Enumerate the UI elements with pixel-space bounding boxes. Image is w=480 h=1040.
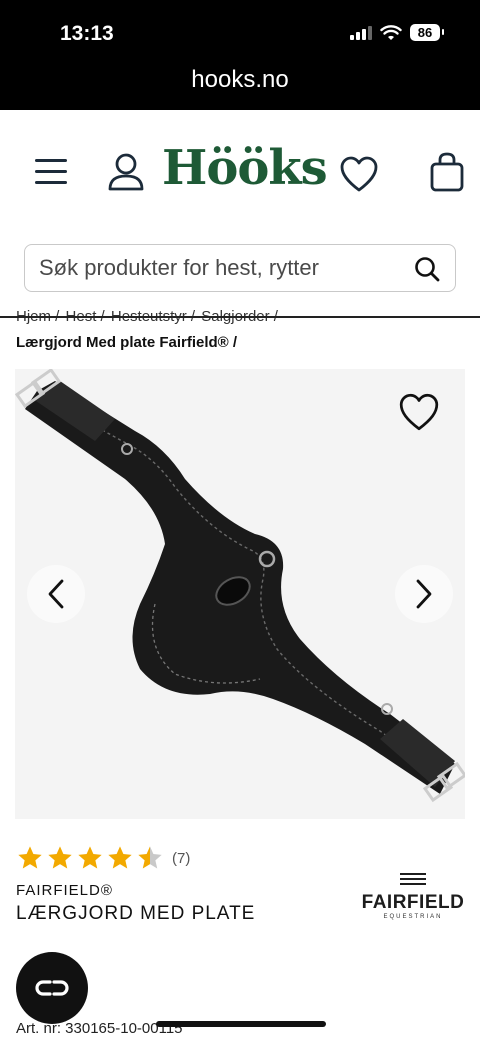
rating-count: (7) xyxy=(172,849,191,867)
brand-logo[interactable]: FAIRFIELD EQUESTRIAN xyxy=(358,872,468,920)
product-gallery[interactable] xyxy=(15,369,465,819)
favorite-icon[interactable] xyxy=(397,391,441,433)
battery-indicator: 86 xyxy=(410,24,444,41)
star-half-icon xyxy=(138,846,162,869)
browser-url[interactable]: hooks.no xyxy=(0,58,480,110)
search-bar[interactable] xyxy=(24,244,456,292)
menu-icon[interactable] xyxy=(32,154,72,188)
star-icon xyxy=(18,846,42,869)
brand-logo-mark-icon xyxy=(400,873,426,885)
product-rating[interactable]: (7) xyxy=(16,844,190,872)
star-icon xyxy=(48,846,72,869)
user-icon[interactable] xyxy=(104,150,148,194)
product-brand: FAIRFIELD® xyxy=(16,882,113,899)
home-indicator xyxy=(156,1021,326,1027)
header-divider xyxy=(0,316,480,318)
cart-icon[interactable] xyxy=(426,150,468,194)
chevron-left-icon xyxy=(48,579,64,609)
search-input[interactable] xyxy=(39,251,389,285)
status-icons: 86 xyxy=(350,24,444,41)
gallery-next-button[interactable] xyxy=(395,565,453,623)
wifi-icon xyxy=(380,24,402,40)
brand-logo-text: FAIRFIELD xyxy=(361,892,465,913)
signal-icon xyxy=(350,25,372,40)
chat-button[interactable] xyxy=(16,952,88,1024)
star-icon xyxy=(78,846,102,869)
brand-logo-subtext: EQUESTRIAN xyxy=(383,914,443,920)
search-icon[interactable] xyxy=(413,255,441,283)
heart-icon[interactable] xyxy=(338,154,380,194)
site-logo[interactable]: Hööks xyxy=(162,140,328,196)
chat-icon xyxy=(35,980,69,996)
star-icon xyxy=(108,846,132,869)
product-title: LÆRGJORD MED PLATE xyxy=(16,903,256,924)
site-header: Hööks xyxy=(0,110,480,235)
chevron-right-icon xyxy=(416,579,432,609)
status-bar: 13:13 86 xyxy=(0,0,480,58)
breadcrumb-current: Lærgjord Med plate Fairfield® / xyxy=(16,334,238,351)
breadcrumb: Hjem / Hest / Hesteutstyr / Salgjorder / xyxy=(16,308,280,328)
gallery-prev-button[interactable] xyxy=(27,565,85,623)
status-time: 13:13 xyxy=(60,22,114,45)
